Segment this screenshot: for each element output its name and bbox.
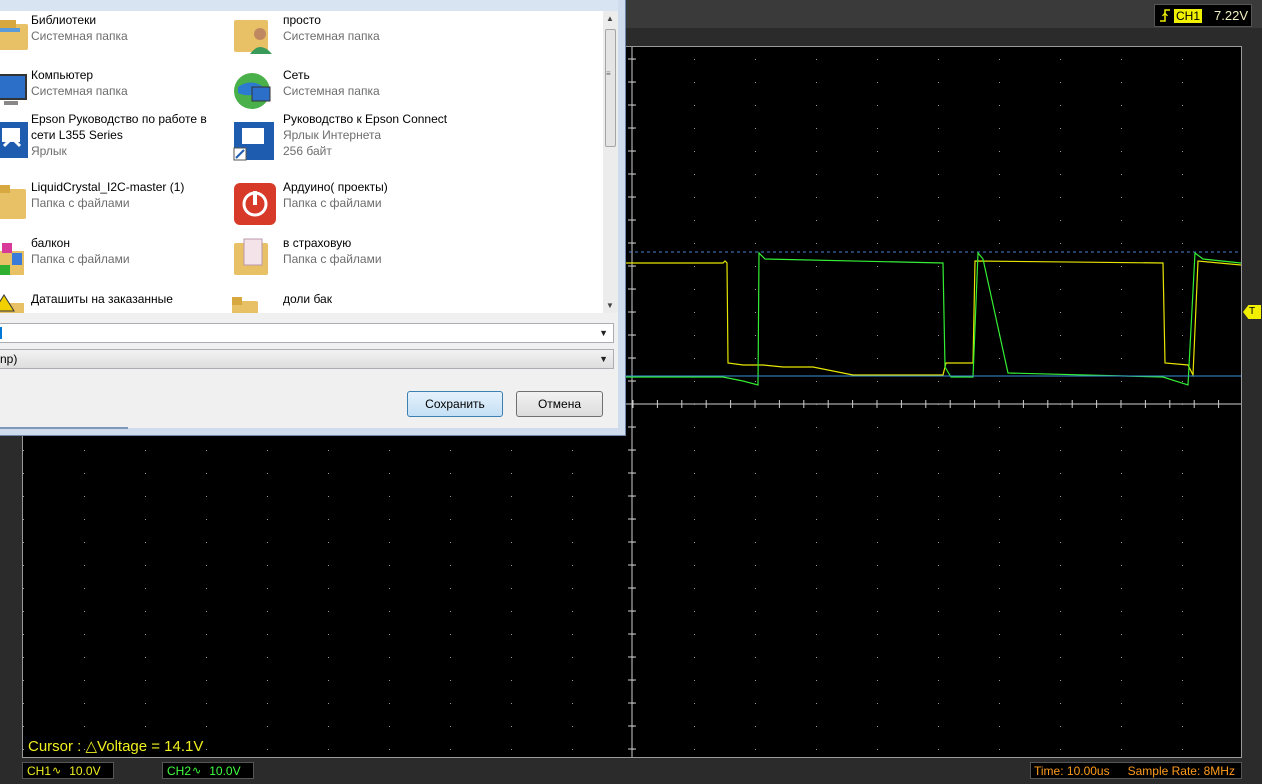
- list-item-text: Компьютер Системная папка: [31, 67, 128, 99]
- file-list-scrollbar[interactable]: ▲ ≡ ▼: [603, 11, 618, 313]
- ac-coupling-icon: ∿: [52, 765, 62, 777]
- file-type: Папка с файлами: [31, 252, 130, 266]
- cancel-button[interactable]: Отмена: [516, 391, 603, 417]
- ch2-trace: [623, 251, 1241, 386]
- ac-coupling-icon: ∿: [192, 765, 202, 777]
- file-type: Папка с файлами: [283, 252, 382, 266]
- file-type: Папка с файлами: [31, 196, 130, 210]
- list-item[interactable]: доли бак: [232, 291, 472, 313]
- file-type: Системная папка: [31, 84, 128, 98]
- file-type-select[interactable]: np) ▼: [0, 349, 614, 369]
- trigger-level-marker[interactable]: T: [1243, 305, 1261, 319]
- file-type: Ярлык Интернета: [283, 128, 382, 142]
- file-type: Системная папка: [283, 29, 380, 43]
- timebase-status: Time: 10.00us Sample Rate: 8MHz: [1030, 762, 1242, 779]
- network-globe-icon: [234, 73, 271, 109]
- file-list[interactable]: Библиотеки Системная папка просто Системная…: [0, 11, 603, 313]
- scroll-thumb[interactable]: [605, 29, 616, 147]
- list-item[interactable]: LiquidCrystal_I2C-master (1) Папка с файл…: [0, 179, 240, 233]
- time-per-div: Time: 10.00us: [1034, 763, 1110, 778]
- save-button[interactable]: Сохранить: [407, 391, 503, 417]
- list-item-text: в страховую Папка с файлами: [283, 235, 382, 267]
- file-name: Библиотеки: [31, 13, 97, 27]
- epson-connect-shortcut-icon: [233, 122, 274, 161]
- file-type: Папка с файлами: [283, 196, 382, 210]
- ch2-label: CH2: [167, 763, 192, 778]
- file-type: Системная папка: [283, 84, 380, 98]
- folder-icon: [232, 297, 258, 313]
- list-item[interactable]: Даташиты на заказанные: [0, 291, 240, 313]
- file-name: просто: [283, 13, 321, 27]
- file-name: LiquidCrystal_I2C-master (1): [31, 180, 185, 194]
- list-item[interactable]: балкон Папка с файлами: [0, 235, 240, 289]
- list-item[interactable]: Ардуино( проекты) Папка с файлами: [232, 179, 472, 233]
- scroll-down-icon[interactable]: ▼: [606, 301, 614, 310]
- text-caret: [0, 327, 2, 339]
- list-item[interactable]: в страховую Папка с файлами: [232, 235, 472, 289]
- rising-edge-icon: [1160, 9, 1170, 22]
- document-folder-icon: [234, 238, 268, 275]
- file-name: Компьютер: [31, 68, 94, 82]
- file-name: Epson Руководство по работе в: [31, 112, 207, 126]
- dialog-divider: [0, 427, 128, 429]
- file-name: балкон: [31, 236, 70, 250]
- list-item-text: Руководство к Epson Connect Ярлык Интерне…: [283, 111, 447, 159]
- ch2-scale: 10.0V: [209, 763, 241, 778]
- trigger-status: CH1 7.22V: [1154, 4, 1252, 27]
- user-folder-icon: [234, 20, 272, 54]
- list-item[interactable]: Библиотеки Системная папка: [0, 12, 240, 66]
- list-item-text: балкон Папка с файлами: [31, 235, 130, 267]
- file-name-input[interactable]: ▼: [0, 323, 614, 343]
- list-item[interactable]: просто Системная папка: [232, 12, 472, 66]
- save-dialog: Библиотеки Системная папка просто Системная…: [0, 0, 626, 436]
- file-name: в страховую: [283, 236, 352, 250]
- file-name: Даташиты на заказанные: [31, 292, 173, 306]
- file-name: сети L355 Series: [31, 128, 123, 142]
- list-item-text: Ардуино( проекты) Папка с файлами: [283, 179, 388, 211]
- sample-rate: Sample Rate: 8MHz: [1127, 763, 1235, 778]
- scroll-grip-icon: ≡: [606, 69, 611, 78]
- file-type: Системная папка: [31, 29, 128, 43]
- list-item-text: Сеть Системная папка: [283, 67, 380, 99]
- dialog-title-strip: [0, 0, 618, 11]
- list-item-text: LiquidCrystal_I2C-master (1) Папка с файл…: [31, 179, 184, 211]
- file-type: Ярлык: [31, 144, 67, 158]
- power-app-icon: [234, 183, 276, 225]
- ch2-scale-box[interactable]: CH2 ∿ 10.0V: [162, 762, 254, 779]
- list-item[interactable]: Epson Руководство по работе в сети L355 S…: [0, 112, 240, 170]
- file-type-value: np): [0, 352, 18, 366]
- chevron-down-icon[interactable]: ▼: [599, 324, 608, 342]
- ch1-trace: [623, 260, 1241, 378]
- ch1-label: CH1: [27, 763, 52, 778]
- ch1-scale: 10.0V: [69, 763, 101, 778]
- chevron-down-icon[interactable]: ▼: [599, 350, 608, 368]
- list-item-text: доли бак: [283, 291, 332, 307]
- list-item-text: просто Системная папка: [283, 12, 380, 44]
- dialog-body: Библиотеки Системная папка просто Системная…: [0, 0, 618, 429]
- scroll-up-icon[interactable]: ▲: [606, 14, 614, 23]
- file-name: доли бак: [283, 292, 332, 306]
- file-name: Руководство к Epson Connect: [283, 112, 448, 126]
- file-type: 256 байт: [283, 144, 332, 158]
- list-item-text: Библиотеки Системная папка: [31, 12, 128, 44]
- trigger-channel: CH1: [1174, 8, 1203, 23]
- list-item-text: Даташиты на заказанные: [31, 291, 173, 307]
- list-item[interactable]: Руководство к Epson Connect Ярлык Интерне…: [232, 112, 472, 170]
- ch1-scale-box[interactable]: CH1 ∿ 10.0V: [22, 762, 114, 779]
- cursor-readout: Cursor : △Voltage = 14.1V: [28, 738, 204, 755]
- file-name: Сеть: [283, 68, 310, 82]
- trigger-level: 7.22V: [1214, 8, 1248, 23]
- list-item-text: Epson Руководство по работе в сети L355 S…: [31, 111, 207, 159]
- file-name: Ардуино( проекты): [283, 180, 388, 194]
